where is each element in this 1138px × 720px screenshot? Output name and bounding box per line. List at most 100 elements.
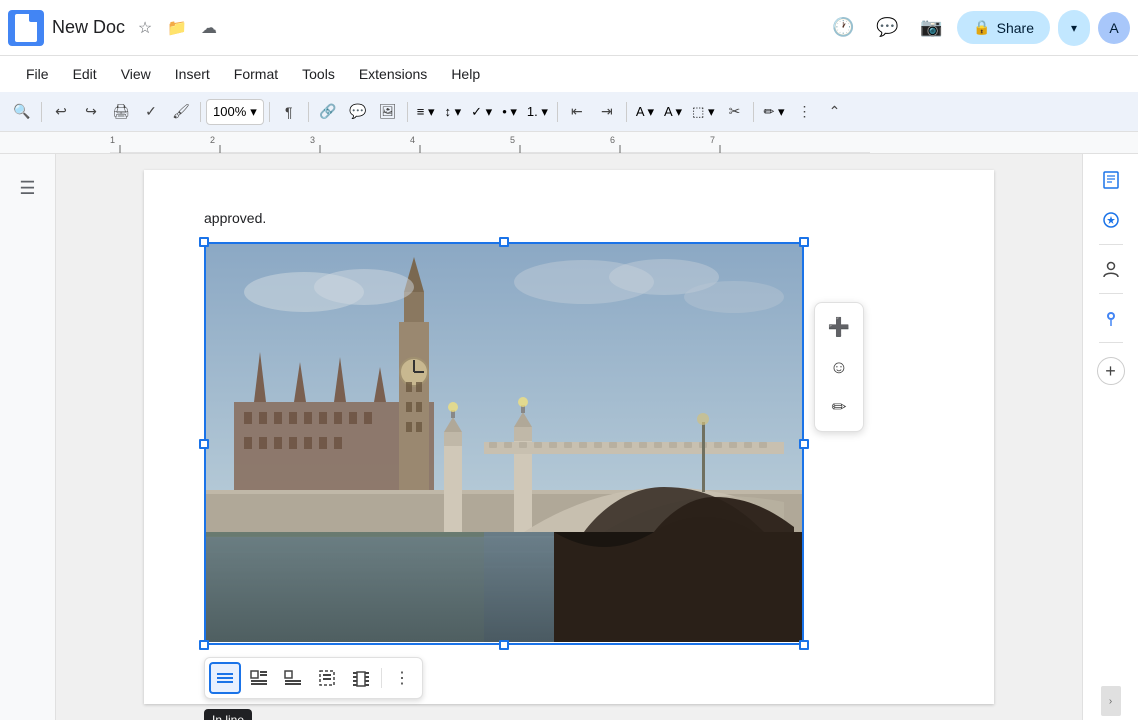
menu-file[interactable]: File (16, 62, 59, 86)
doc-text-approved: approved. (204, 210, 934, 226)
comment-button[interactable]: 💬 (344, 98, 372, 126)
avatar[interactable]: A (1098, 12, 1130, 44)
lock-icon: 🔒 (973, 19, 990, 36)
cloud-icon[interactable]: ☁ (195, 14, 223, 42)
toolbar-separator-8 (753, 102, 754, 122)
image-break-button[interactable] (277, 662, 309, 694)
line-spacing-dropdown[interactable]: ↕ ▾ (441, 99, 466, 125)
right-panel-plus-button[interactable]: + (1097, 357, 1125, 385)
ruler-content: 1 2 3 4 5 6 7 (110, 132, 1138, 153)
increase-indent-button[interactable]: ⇥ (593, 98, 621, 126)
edit-action-button[interactable]: ✏ (821, 389, 857, 425)
bullet-list-dropdown[interactable]: • ▾ (498, 99, 521, 125)
right-panel-sep-3 (1099, 342, 1123, 343)
share-button[interactable]: 🔒 Share (957, 11, 1050, 44)
menu-help[interactable]: Help (441, 62, 490, 86)
collapse-button[interactable]: ⌃ (821, 98, 849, 126)
menu-extensions[interactable]: Extensions (349, 62, 437, 86)
right-panel-maps-icon[interactable] (1093, 300, 1129, 336)
main-area: ☰ approved. (0, 154, 1138, 720)
clear-format-button[interactable]: ✂ (720, 98, 748, 126)
left-sidebar: ☰ (0, 154, 56, 720)
normal-text-button[interactable]: ¶ (275, 98, 303, 126)
border-dropdown[interactable]: ⬚ ▾ (688, 99, 718, 125)
paintformat-button[interactable]: 🖌 (167, 98, 195, 126)
handle-top-left[interactable] (199, 237, 209, 247)
align-dropdown[interactable]: ≡ ▾ (413, 99, 439, 125)
app-logo (8, 10, 44, 46)
title-icons: ☆ 📁 ☁ (131, 14, 223, 42)
image-wrap-button[interactable] (243, 662, 275, 694)
folder-icon[interactable]: 📁 (163, 14, 191, 42)
menu-insert[interactable]: Insert (165, 62, 220, 86)
menu-format[interactable]: Format (224, 62, 288, 86)
undo-button[interactable]: ↩ (47, 98, 75, 126)
image-inline-button[interactable] (209, 662, 241, 694)
handle-top-right[interactable] (799, 237, 809, 247)
toolbar-separator-6 (557, 102, 558, 122)
emoji-action-button[interactable]: ☺ (821, 349, 857, 385)
star-icon[interactable]: ☆ (131, 14, 159, 42)
print-button[interactable]: 🖨 (107, 98, 135, 126)
image-more-button[interactable]: ⋮ (386, 662, 418, 694)
more-options-button[interactable]: ⋮ (791, 98, 819, 126)
toolbar-separator-7 (626, 102, 627, 122)
handle-bottom-middle[interactable] (499, 640, 509, 650)
redo-button[interactable]: ↪ (77, 98, 105, 126)
comment-icon[interactable]: 💬 (869, 10, 905, 46)
menu-edit[interactable]: Edit (63, 62, 107, 86)
right-panel-sep-2 (1099, 293, 1123, 294)
right-panel-user-icon[interactable] (1093, 251, 1129, 287)
svg-text:6: 6 (610, 135, 615, 145)
history-icon[interactable]: 🕐 (825, 10, 861, 46)
svg-text:7: 7 (710, 135, 715, 145)
share-dropdown-button[interactable]: ▾ (1058, 10, 1090, 46)
svg-text:2: 2 (210, 135, 215, 145)
image-toolbar-tooltip: In line (204, 709, 252, 720)
handle-bottom-right[interactable] (799, 640, 809, 650)
highlight-color-dropdown[interactable]: A ▾ (632, 99, 658, 125)
right-panel-star-icon[interactable] (1093, 202, 1129, 238)
document-page: approved. (144, 170, 994, 704)
add-action-button[interactable]: ➕ (821, 309, 857, 345)
search-button[interactable]: 🔍 (8, 98, 36, 126)
toolbar-separator-5 (407, 102, 408, 122)
image-behind-button[interactable] (311, 662, 343, 694)
outline-icon[interactable]: ☰ (10, 170, 46, 206)
link-button[interactable]: 🔗 (314, 98, 342, 126)
floating-actions: ➕ ☺ ✏ (814, 302, 864, 432)
toolbar-separator-4 (308, 102, 309, 122)
pencil-dropdown[interactable]: ✏ ▾ (759, 99, 788, 125)
zoom-dropdown-icon: ▾ (250, 104, 257, 120)
spellcheck-button[interactable]: ✓ (137, 98, 165, 126)
svg-text:5: 5 (510, 135, 515, 145)
document-area[interactable]: approved. (56, 154, 1082, 720)
checklist-dropdown[interactable]: ✓ ▾ (467, 99, 496, 125)
zoom-selector[interactable]: 100% ▾ (206, 99, 264, 125)
meet-icon[interactable]: 📷 (913, 10, 949, 46)
menu-tools[interactable]: Tools (292, 62, 345, 86)
image-button[interactable]: 🖼 (374, 98, 402, 126)
right-panel: + › (1082, 154, 1138, 720)
numbered-list-dropdown[interactable]: 1. ▾ (523, 99, 552, 125)
menu-view[interactable]: View (111, 62, 161, 86)
text-color-dropdown[interactable]: A ▾ (660, 99, 686, 125)
right-panel-document-icon[interactable] (1093, 162, 1129, 198)
handle-middle-left[interactable] (199, 439, 209, 449)
image-front-button[interactable] (345, 662, 377, 694)
selected-image[interactable] (204, 242, 804, 642)
image-toolbar: ⋮ (204, 657, 423, 699)
handle-top-middle[interactable] (499, 237, 509, 247)
title-bar: New Doc ☆ 📁 ☁ 🕐 💬 📷 🔒 Share ▾ A (0, 0, 1138, 56)
title-right: 🕐 💬 📷 🔒 Share ▾ A (825, 10, 1130, 46)
decrease-indent-button[interactable]: ⇤ (563, 98, 591, 126)
page-expander-button[interactable]: › (1101, 686, 1121, 716)
handle-bottom-left[interactable] (199, 640, 209, 650)
handle-middle-right[interactable] (799, 439, 809, 449)
right-panel-sep-1 (1099, 244, 1123, 245)
svg-text:4: 4 (410, 135, 415, 145)
image-container[interactable]: ➕ ☺ ✏ (204, 242, 804, 645)
toolbar-separator-3 (269, 102, 270, 122)
menu-bar: File Edit View Insert Format Tools Exten… (0, 56, 1138, 92)
file-name: New Doc (52, 17, 125, 38)
